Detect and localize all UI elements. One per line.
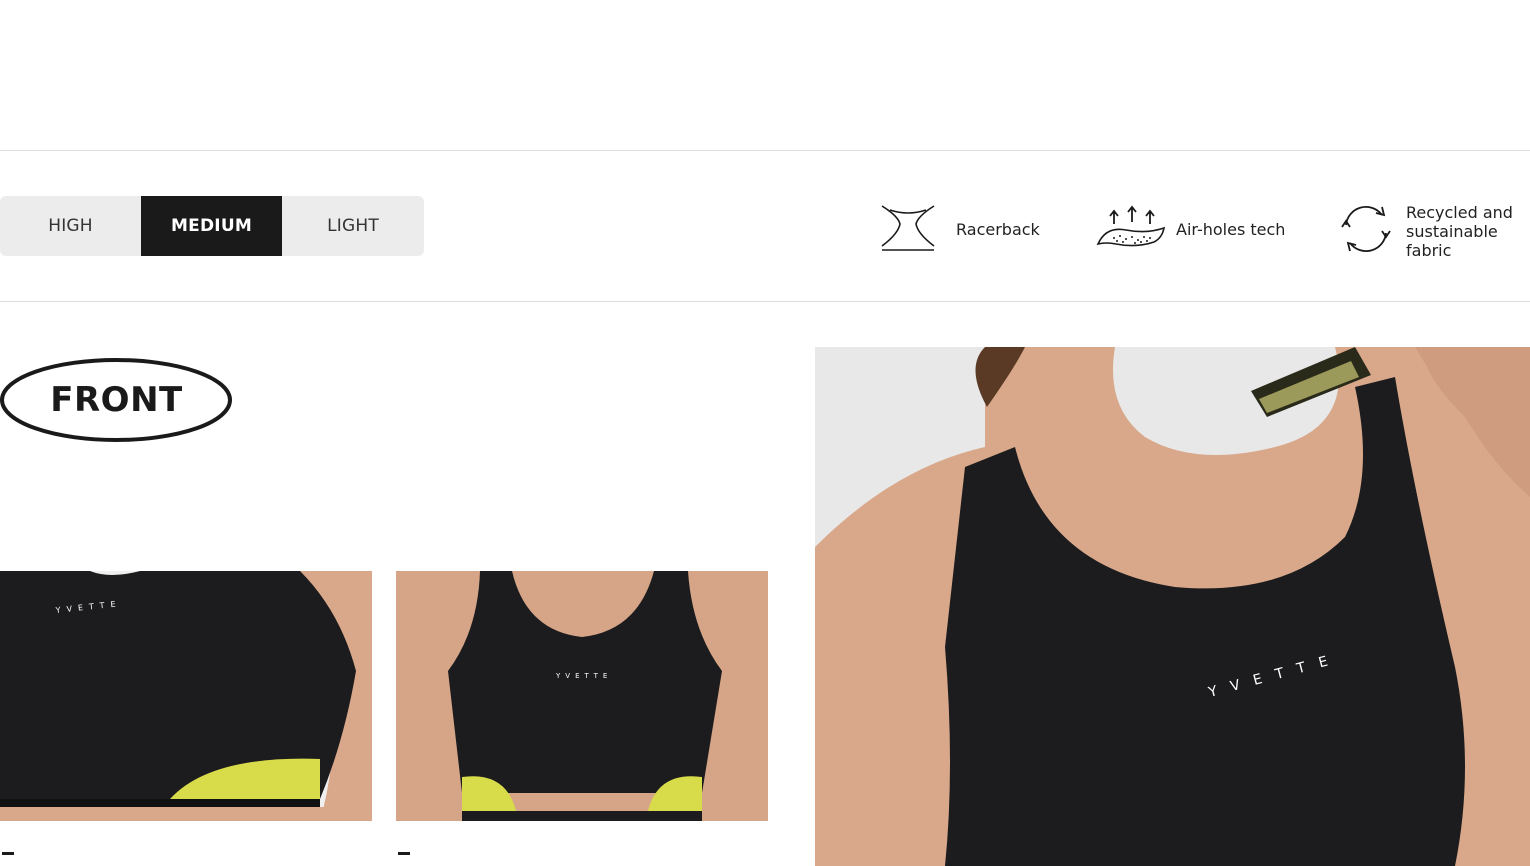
caption-dash-1 [2, 852, 14, 855]
product-photo-front[interactable]: YVETTE [396, 571, 768, 821]
feature-racerback: Racerback [880, 202, 1040, 256]
support-medium-tab[interactable]: MEDIUM [141, 196, 282, 256]
product-photo-closeup[interactable]: YVETTE [0, 571, 372, 821]
top-divider [0, 150, 1530, 151]
front-section-badge: FRONT [0, 357, 233, 443]
air-holes-icon [1096, 204, 1166, 254]
feature-air-holes-label: Air-holes tech [1176, 219, 1286, 239]
feature-air-holes: Air-holes tech [1096, 204, 1285, 254]
support-high-tab[interactable]: HIGH [0, 196, 141, 256]
brand-logo: YVETTE [555, 672, 612, 680]
feature-recycled-label: Recycled and sustainable fabric [1406, 202, 1513, 260]
recycle-icon [1338, 201, 1394, 261]
product-photo-model[interactable]: YVETTE [815, 347, 1530, 866]
support-light-tab[interactable]: LIGHT [282, 196, 424, 256]
section-title: FRONT [50, 380, 183, 420]
feature-racerback-label: Racerback [956, 219, 1040, 239]
support-level-selector: HIGH MEDIUM LIGHT [0, 196, 424, 256]
racerback-icon [880, 202, 936, 256]
caption-dash-2 [398, 852, 410, 855]
bottom-divider [0, 301, 1530, 302]
feature-recycled: Recycled and sustainable fabric [1338, 201, 1521, 261]
